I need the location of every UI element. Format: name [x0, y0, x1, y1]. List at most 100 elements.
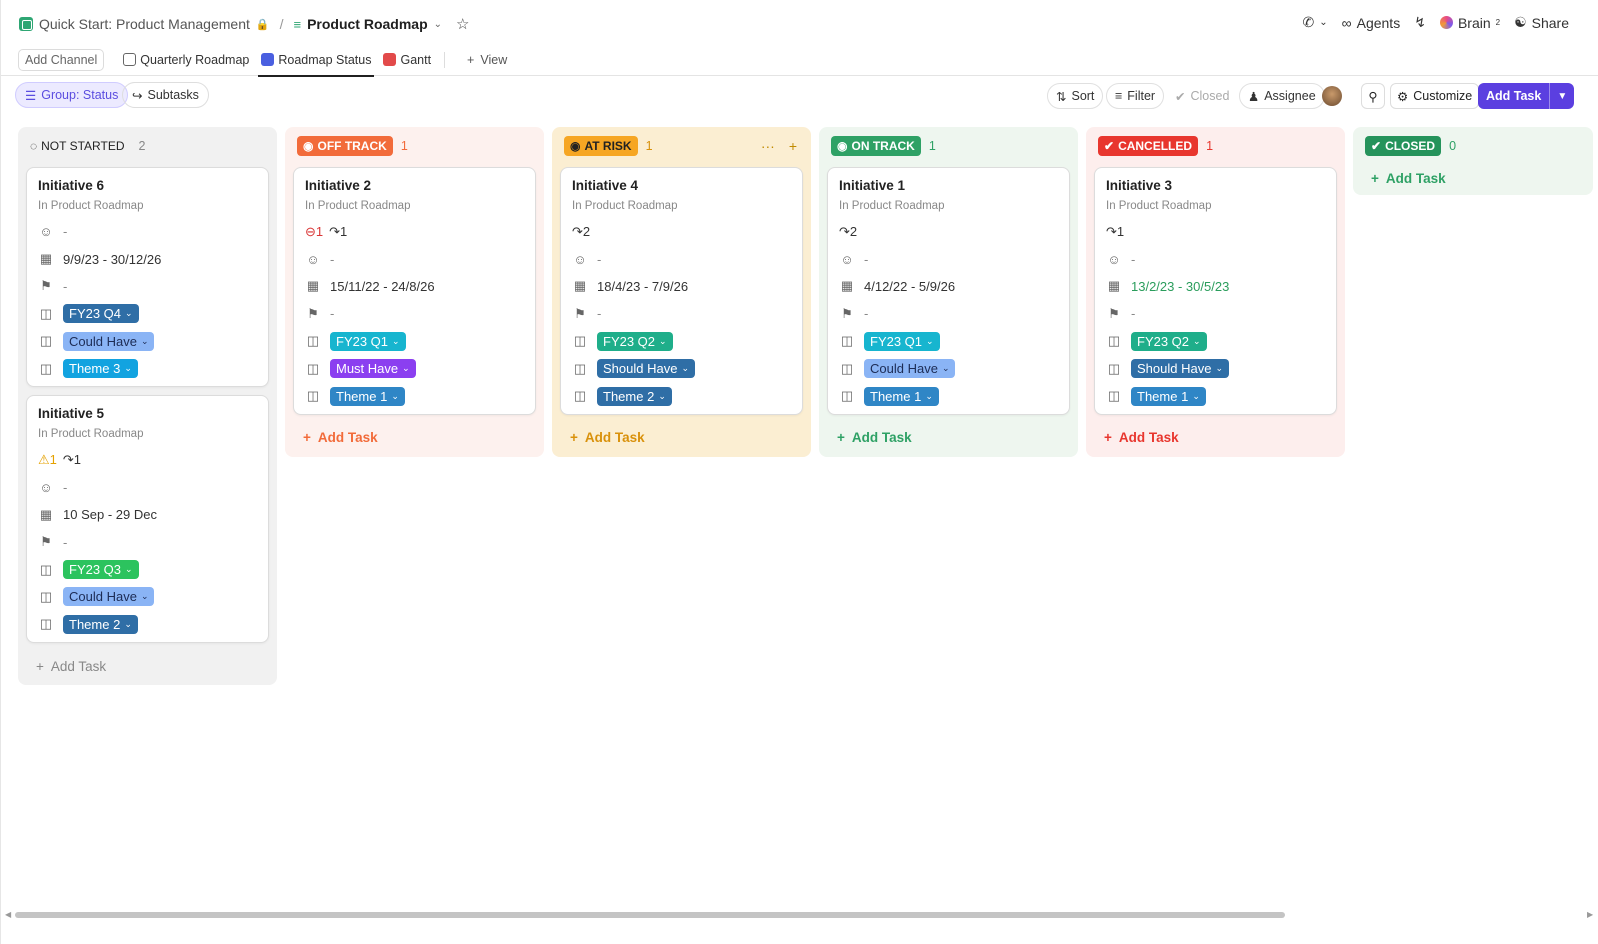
tab-quarterly-roadmap[interactable]: Quarterly Roadmap — [120, 44, 252, 76]
status-badge[interactable]: ✔ CLOSED — [1365, 136, 1442, 156]
subtasks-indicator[interactable]: ↷1 — [63, 452, 81, 468]
plus-icon[interactable]: + — [789, 138, 797, 154]
priority-value[interactable]: - — [330, 306, 334, 321]
horizontal-scrollbar[interactable] — [15, 912, 1285, 918]
task-card[interactable]: Initiative 1 In Product Roadmap ↷2 ☺ - ▦ 4/12/… — [827, 167, 1070, 415]
customize-button[interactable]: ⚙ Customize — [1390, 83, 1480, 109]
field-tag[interactable]: FY23 Q3 ⌄ — [63, 560, 139, 580]
breadcrumb-space[interactable]: Quick Start: Product Management — [39, 16, 250, 32]
add-task-button[interactable]: + Add Task — [293, 423, 536, 453]
assignee-value[interactable]: - — [330, 252, 334, 267]
field-tag[interactable]: FY23 Q2 ⌄ — [1131, 331, 1207, 351]
date-range[interactable]: 18/4/23 - 7/9/26 — [597, 279, 688, 294]
field-tag[interactable]: FY23 Q2 ⌄ — [597, 331, 673, 351]
scroll-right-icon[interactable]: ▶ — [1587, 910, 1593, 919]
task-title[interactable]: Initiative 1 — [839, 178, 1058, 196]
subtasks-indicator[interactable]: ↷2 — [572, 224, 590, 240]
tag-label: FY23 Q3 — [69, 562, 122, 578]
field-tag[interactable]: Should Have ⌄ — [1131, 359, 1229, 379]
closed-toggle[interactable]: ✔ Closed — [1167, 83, 1237, 109]
field-tag[interactable]: FY23 Q1 ⌄ — [330, 331, 406, 351]
date-range[interactable]: 4/12/22 - 5/9/26 — [864, 279, 955, 294]
task-title[interactable]: Initiative 3 — [1106, 178, 1325, 196]
task-title[interactable]: Initiative 4 — [572, 178, 791, 196]
automation-button[interactable]: ↯ — [1414, 14, 1426, 31]
field-tag[interactable]: Must Have ⌄ — [330, 359, 416, 379]
field-tag[interactable]: Theme 2 ⌄ — [63, 614, 138, 634]
field-tag[interactable]: FY23 Q4 ⌄ — [63, 304, 139, 324]
avatar[interactable] — [1322, 86, 1342, 106]
sort-button[interactable]: ⇅ Sort — [1047, 83, 1104, 109]
add-task-button[interactable]: + Add Task — [26, 651, 269, 681]
chevron-down-icon[interactable]: ⌄ — [434, 19, 442, 30]
date-range[interactable]: 15/11/22 - 24/8/26 — [330, 279, 435, 294]
task-title[interactable]: Initiative 5 — [38, 406, 257, 424]
assignee-value[interactable]: - — [63, 224, 67, 239]
blocked-indicator[interactable]: ⊖1 — [305, 224, 323, 240]
priority-value[interactable]: - — [63, 535, 67, 550]
filter-button[interactable]: ≡ Filter — [1106, 83, 1165, 109]
add-task-button[interactable]: + Add Task — [1361, 161, 1585, 195]
task-card[interactable]: Initiative 4 In Product Roadmap ↷2 ☺ - ▦ 18/4/… — [560, 167, 803, 415]
more-icon[interactable]: ··· — [761, 138, 775, 154]
field-tag[interactable]: Theme 3 ⌄ — [63, 359, 138, 379]
add-task-button[interactable]: Add Task ▼ — [1478, 83, 1575, 109]
chevron-down-icon[interactable]: ▼ — [1549, 83, 1574, 109]
subtasks-indicator[interactable]: ↷1 — [1106, 224, 1124, 240]
group-by-button[interactable]: ☰ Group: Status — [15, 82, 129, 108]
field-tag[interactable]: Should Have ⌄ — [597, 359, 695, 379]
priority-value[interactable]: - — [597, 306, 601, 321]
status-badge[interactable]: ◉ ON TRACK — [831, 136, 921, 156]
priority-value[interactable]: - — [864, 306, 868, 321]
add-task-button[interactable]: + Add Task — [827, 423, 1070, 453]
field-tag[interactable]: Could Have ⌄ — [63, 587, 155, 607]
task-card[interactable]: Initiative 2 In Product Roadmap ⊖1 ↷1 ☺ - ▦ 15/… — [293, 167, 536, 415]
assignee-value[interactable]: - — [63, 480, 67, 495]
status-badge[interactable]: ◌ NOT STARTED — [30, 136, 130, 156]
subtasks-button[interactable]: ↪ Subtasks — [122, 82, 209, 108]
status-badge[interactable]: ✔ CANCELLED — [1098, 136, 1199, 156]
add-task-button[interactable]: + Add Task — [1094, 423, 1337, 453]
date-range[interactable]: 13/2/23 - 30/5/23 — [1131, 279, 1229, 294]
add-view-button[interactable]: + View — [467, 53, 507, 67]
call-button[interactable]: ✆ ⌄ — [1303, 14, 1328, 31]
warning-indicator[interactable]: ⚠1 — [38, 452, 57, 468]
priority-value[interactable]: - — [63, 279, 67, 294]
subtasks-indicator[interactable]: ↷1 — [329, 224, 347, 240]
star-icon[interactable]: ☆ — [456, 15, 469, 33]
tab-gantt[interactable]: Gantt — [380, 44, 434, 76]
date-range[interactable]: 10 Sep - 29 Dec — [63, 507, 157, 522]
status-badge[interactable]: ◉ OFF TRACK — [297, 136, 393, 156]
task-card[interactable]: Initiative 3 In Product Roadmap ↷1 ☺ - ▦ 13/2/… — [1094, 167, 1337, 415]
share-button[interactable]: ☯ Share — [1514, 14, 1569, 31]
scroll-left-icon[interactable]: ◀ — [5, 910, 11, 919]
task-card[interactable]: Initiative 6 In Product Roadmap ☺ - ▦ 9/9/23 … — [26, 167, 269, 388]
brain-button[interactable]: Brain 2 — [1439, 15, 1500, 31]
task-title[interactable]: Initiative 6 — [38, 178, 257, 196]
agents-button[interactable]: ∞ Agents — [1342, 15, 1401, 31]
priority-value[interactable]: - — [1131, 306, 1135, 321]
add-task-button[interactable]: + Add Task — [560, 423, 803, 453]
assignee-value[interactable]: - — [864, 252, 868, 267]
tag-label: FY23 Q1 — [870, 333, 923, 349]
assignee-value[interactable]: - — [597, 252, 601, 267]
search-button[interactable]: ⚲ — [1361, 83, 1385, 109]
assignee-value[interactable]: - — [1131, 252, 1135, 267]
field-tag[interactable]: Could Have ⌄ — [864, 359, 956, 379]
field-tag[interactable]: Theme 1 ⌄ — [330, 386, 405, 406]
breadcrumb-current[interactable]: Product Roadmap — [307, 16, 428, 32]
date-range[interactable]: 9/9/23 - 30/12/26 — [63, 252, 161, 267]
assignee-row: ☺ - — [572, 245, 791, 272]
task-card[interactable]: Initiative 5 In Product Roadmap ⚠1 ↷1 ☺ - ▦ 10 … — [26, 395, 269, 644]
assignee-button[interactable]: ♟ Assignee — [1239, 83, 1325, 109]
task-title[interactable]: Initiative 2 — [305, 178, 524, 196]
field-tag[interactable]: Theme 2 ⌄ — [597, 386, 672, 406]
field-tag[interactable]: Could Have ⌄ — [63, 331, 155, 351]
status-badge[interactable]: ◉ AT RISK — [564, 136, 638, 156]
field-tag[interactable]: FY23 Q1 ⌄ — [864, 331, 940, 351]
field-tag[interactable]: Theme 1 ⌄ — [1131, 386, 1206, 406]
subtasks-indicator[interactable]: ↷2 — [839, 224, 857, 240]
tab-roadmap-status[interactable]: Roadmap Status — [258, 44, 375, 77]
field-tag[interactable]: Theme 1 ⌄ — [864, 386, 939, 406]
add-channel-button[interactable]: Add Channel — [18, 48, 105, 71]
